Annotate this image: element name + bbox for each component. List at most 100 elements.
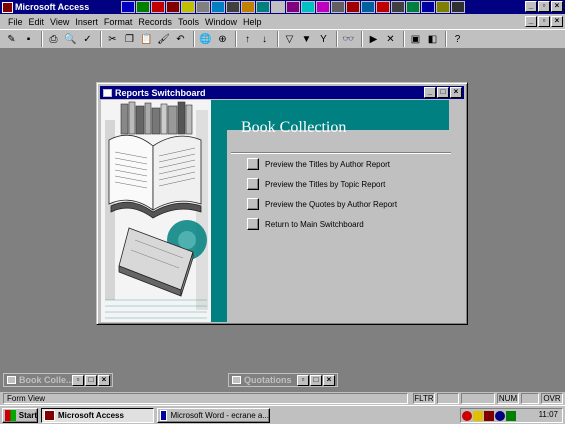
menu-window[interactable]: Window <box>205 17 237 27</box>
option-button-titles-by-topic[interactable] <box>247 178 259 190</box>
office-assistant-icon[interactable]: ? <box>450 32 465 47</box>
toolbar-separator <box>336 31 338 47</box>
minimized-window-book-collection[interactable]: Book Colle... ▫ □ × <box>3 373 113 387</box>
filter-by-form-icon[interactable]: ▼ <box>299 32 314 47</box>
paste-icon[interactable]: 📋 <box>139 32 154 47</box>
print-preview-icon[interactable]: 🔍 <box>63 32 78 47</box>
option-row-main-switchboard: Return to Main Switchboard <box>247 218 364 230</box>
camera-icon[interactable] <box>391 1 405 13</box>
find-icon[interactable]: 👓 <box>341 32 356 47</box>
explorer-icon[interactable] <box>241 1 255 13</box>
help-icon[interactable] <box>316 1 330 13</box>
switchboard-close-button[interactable]: × <box>450 87 462 98</box>
cut-icon[interactable]: ✂ <box>105 32 120 47</box>
settings-icon[interactable] <box>331 1 345 13</box>
minimized-window-quotations[interactable]: Quotations ▫ □ × <box>228 373 338 387</box>
format-painter-icon[interactable]: 🖌 <box>156 32 171 47</box>
globe-icon[interactable] <box>361 1 375 13</box>
minimized-window-title: Quotations <box>244 375 292 385</box>
sort-ascending-icon[interactable]: ↑ <box>240 32 255 47</box>
option-label-quotes-by-author[interactable]: Preview the Quotes by Author Report <box>265 200 397 209</box>
mdi-minimize-button[interactable]: _ <box>525 16 537 27</box>
option-label-titles-by-topic[interactable]: Preview the Titles by Topic Report <box>265 180 385 189</box>
close-button[interactable]: × <box>98 375 110 386</box>
minimize-button[interactable]: _ <box>525 1 537 12</box>
option-button-main-switchboard[interactable] <box>247 218 259 230</box>
menu-tools[interactable]: Tools <box>178 17 199 27</box>
spelling-icon[interactable]: ✓ <box>80 32 95 47</box>
undo-icon[interactable]: ↶ <box>173 32 188 47</box>
delete-record-icon[interactable]: ✕ <box>383 32 398 47</box>
powerpoint-icon[interactable] <box>151 1 165 13</box>
find-icon[interactable] <box>226 1 240 13</box>
design-view-icon[interactable]: ✎ <box>4 32 19 47</box>
calendar-icon[interactable] <box>271 1 285 13</box>
menu-edit[interactable]: Edit <box>29 17 45 27</box>
binder-icon[interactable] <box>196 1 210 13</box>
option-button-quotes-by-author[interactable] <box>247 198 259 210</box>
apply-filter-icon[interactable]: Y <box>316 32 331 47</box>
close-button[interactable]: × <box>323 375 335 386</box>
mdi-restore-button[interactable]: ▫ <box>538 16 550 27</box>
network-icon[interactable] <box>462 410 472 421</box>
outlook-icon[interactable] <box>181 1 195 13</box>
mail-icon[interactable] <box>473 410 483 421</box>
acrobat-icon[interactable] <box>376 1 390 13</box>
app-title-bar[interactable]: Microsoft Access _ ▫ × <box>0 0 565 14</box>
new-record-icon[interactable]: ▶ <box>366 32 381 47</box>
option-button-titles-by-author[interactable] <box>247 158 259 170</box>
save-icon[interactable]: ▪ <box>21 32 36 47</box>
clock[interactable]: 11:07 <box>539 410 558 419</box>
paint-icon[interactable] <box>301 1 315 13</box>
switchboard-title-bar[interactable]: Reports Switchboard _ □ × <box>100 86 464 99</box>
word-icon[interactable] <box>121 1 135 13</box>
status-indicator-empty-3 <box>521 393 539 404</box>
insert-hyperlink-icon[interactable]: 🌐 <box>198 32 213 47</box>
taskbar-button-access[interactable]: Microsoft Access <box>41 408 154 423</box>
cd-icon[interactable] <box>436 1 450 13</box>
restore-button[interactable]: ▫ <box>297 375 309 386</box>
maximize-button[interactable]: □ <box>310 375 322 386</box>
toolbar-separator <box>235 31 237 47</box>
sort-descending-icon[interactable]: ↓ <box>257 32 272 47</box>
media-icon[interactable] <box>346 1 360 13</box>
menu-records[interactable]: Records <box>138 17 172 27</box>
database-window-icon[interactable]: ▣ <box>408 32 423 47</box>
mail-icon[interactable] <box>256 1 270 13</box>
help-icon[interactable] <box>495 410 505 421</box>
new-object-icon[interactable]: ◧ <box>425 32 440 47</box>
menu-help[interactable]: Help <box>243 17 262 27</box>
taskbar-button-word[interactable]: Microsoft Word - ecrane a... <box>157 408 270 423</box>
internet-icon[interactable] <box>211 1 225 13</box>
info-icon[interactable] <box>421 1 435 13</box>
excel-icon[interactable] <box>136 1 150 13</box>
restore-button[interactable]: ▫ <box>538 1 550 12</box>
web-toolbar-icon[interactable]: ⊕ <box>215 32 230 47</box>
menu-insert[interactable]: Insert <box>75 17 98 27</box>
menu-format[interactable]: Format <box>104 17 133 27</box>
option-label-main-switchboard[interactable]: Return to Main Switchboard <box>265 220 364 229</box>
network-icon[interactable] <box>286 1 300 13</box>
close-button[interactable]: × <box>551 1 563 12</box>
access-app-icon[interactable] <box>2 1 13 13</box>
volume-icon[interactable] <box>506 410 516 421</box>
mic-icon[interactable] <box>406 1 420 13</box>
menu-view[interactable]: View <box>50 17 69 27</box>
status-ovr-indicator: OVR <box>541 393 563 404</box>
access-icon[interactable] <box>166 1 180 13</box>
mdi-close-button[interactable]: × <box>551 16 563 27</box>
start-button[interactable]: Start <box>2 408 38 423</box>
restore-button[interactable]: ▫ <box>72 375 84 386</box>
print-icon[interactable]: ⎙ <box>46 32 61 47</box>
copy-icon[interactable]: ❐ <box>122 32 137 47</box>
filter-by-selection-icon[interactable]: ▽ <box>282 32 297 47</box>
switchboard-maximize-button[interactable]: □ <box>437 87 449 98</box>
menu-file[interactable]: File <box>8 17 23 27</box>
close-icon[interactable] <box>451 1 465 13</box>
option-label-titles-by-author[interactable]: Preview the Titles by Author Report <box>265 160 390 169</box>
word-app-icon <box>160 410 168 421</box>
switchboard-minimize-button[interactable]: _ <box>424 87 436 98</box>
maximize-button[interactable]: □ <box>85 375 97 386</box>
scheduler-icon[interactable] <box>484 410 494 421</box>
form-icon[interactable] <box>103 88 112 97</box>
